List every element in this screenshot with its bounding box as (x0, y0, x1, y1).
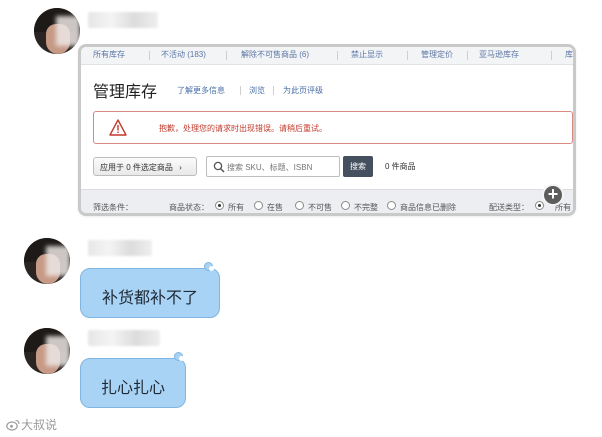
avatar (34, 8, 80, 54)
radio-unsellable-label: 不可售 (308, 203, 332, 212)
radio-fulfillment-all[interactable] (535, 201, 544, 210)
search-input[interactable] (227, 160, 337, 174)
item-count: 0 件商品 (385, 162, 416, 171)
weibo-logo-icon (6, 419, 20, 431)
chat-bubble[interactable]: 补货都补不了 (80, 268, 220, 318)
page-title: 管理库存 (93, 82, 158, 101)
radio-active[interactable] (254, 201, 263, 210)
inventory-tabs: 所有库存 不活动 (183) 解除不可售商品 (6) 禁止显示 管理定价 亚马逊… (81, 47, 573, 65)
warning-icon (109, 119, 127, 136)
error-alert: 抱歉，处理您的请求时出现错误。请稍后重试。 (93, 111, 573, 144)
apply-button-label: 应用于 0 件选定商品 (100, 163, 173, 172)
bubble-dot (209, 266, 214, 271)
bubble-dot (179, 356, 184, 361)
fulfillment-label: 配送类型： (489, 203, 529, 212)
filter-bar: 筛选条件： 商品状态： 所有 在售 不可售 不完整 商品信息已删除 配送类型： … (81, 189, 573, 213)
chat-message-text: 扎心扎心 (100, 378, 165, 397)
chevron-right-icon: › (179, 163, 182, 172)
tab-manage-pricing[interactable]: 管理定价 (421, 49, 453, 60)
tab-suppressed[interactable]: 禁止显示 (351, 49, 383, 60)
radio-unsellable[interactable] (295, 201, 304, 210)
radio-all-label: 所有 (228, 203, 244, 212)
radio-incomplete[interactable] (341, 201, 350, 210)
avatar (24, 238, 70, 284)
screenshot-message[interactable]: 所有库存 不活动 (183) 解除不可售商品 (6) 禁止显示 管理定价 亚马逊… (78, 44, 576, 216)
tab-inactive[interactable]: 不活动 (183) (161, 49, 206, 60)
watermark-text: 大叔说 (21, 418, 58, 432)
chat-bubble[interactable]: 扎心扎心 (80, 358, 186, 408)
apply-to-selected-button[interactable]: 应用于 0 件选定商品 › (93, 157, 197, 176)
status-label: 商品状态： (169, 203, 209, 212)
radio-listing-removed[interactable] (387, 201, 396, 210)
learn-more-link[interactable]: 了解更多信息 (177, 85, 225, 96)
avatar (24, 328, 70, 374)
watermark: 大叔说 (6, 416, 57, 433)
blurred-nickname (88, 12, 158, 28)
tab-amazon-inventory[interactable]: 亚马逊库存 (479, 49, 519, 60)
tab-fix-unsellable[interactable]: 解除不可售商品 (6) (241, 49, 309, 60)
radio-incomplete-label: 不完整 (354, 203, 378, 212)
blurred-nickname (88, 330, 160, 346)
radio-listing-removed-label: 商品信息已删除 (400, 203, 456, 212)
error-message: 抱歉，处理您的请求时出现错误。请稍后重试。 (159, 124, 327, 133)
browse-link[interactable]: 浏览 (249, 85, 265, 96)
search-icon (213, 161, 225, 173)
search-field[interactable] (206, 156, 340, 177)
tab-more[interactable]: 库 (565, 49, 573, 60)
blurred-nickname (88, 240, 152, 256)
search-button[interactable]: 搜索 (343, 156, 373, 177)
add-icon[interactable]: + (542, 184, 564, 206)
filter-label: 筛选条件： (93, 203, 133, 212)
rate-page-link[interactable]: 为此页评级 (283, 85, 323, 96)
chat-message-text: 补货都补不了 (101, 288, 198, 307)
tab-all-inventory[interactable]: 所有库存 (93, 49, 125, 60)
radio-all[interactable] (215, 201, 224, 210)
radio-active-label: 在售 (267, 203, 283, 212)
